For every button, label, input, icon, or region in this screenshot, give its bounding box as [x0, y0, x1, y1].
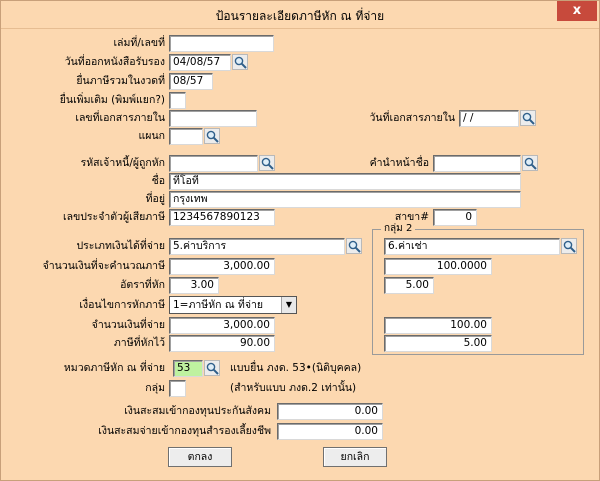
income-type-label: ประเภทเงินได้ที่จ่าย	[76, 240, 166, 252]
group2-tax-rate-input[interactable]: 5.00	[384, 277, 434, 294]
address-label: ที่อยู่	[145, 193, 165, 205]
withholding-condition-value: 1=ภาษีหัก ณ ที่จ่าย	[173, 299, 264, 311]
social-security-input[interactable]: 0.00	[277, 403, 383, 420]
search-icon	[522, 112, 535, 125]
tax-withheld-label: ภาษีที่หักไว้	[113, 337, 165, 349]
cancel-button[interactable]: ยกเลิก	[323, 447, 387, 467]
department-label: แผนก	[138, 130, 165, 142]
search-icon	[563, 240, 576, 253]
book-no-label: เล่มที่/เลขที่	[113, 37, 165, 49]
internal-doc-date-input[interactable]: / /	[459, 110, 519, 127]
name-label: ชื่อ	[151, 175, 165, 187]
tax-category-note: แบบยื่น ภงด. 53•(นิติบุคคล)	[230, 362, 362, 374]
filing-period-input[interactable]: 08/57	[169, 73, 213, 90]
payee-code-input[interactable]	[169, 155, 258, 172]
search-icon	[206, 362, 219, 375]
additional-filing-input[interactable]	[169, 92, 186, 109]
cert-date-lookup-button[interactable]	[232, 54, 248, 70]
name-prefix-input[interactable]	[433, 155, 521, 172]
additional-filing-label: ยื่นเพิ่มเติม (พิมพ์แยก?)	[59, 94, 165, 106]
tax-withheld-input[interactable]: 90.00	[169, 335, 275, 352]
name-input[interactable]: ทีโอที	[169, 173, 521, 190]
payee-code-label: รหัสเจ้าหนี้/ผู้ถูกหัก	[80, 157, 165, 169]
dialog-window: ป้อนรายละเอียดภาษีหัก ณ ที่จ่าย x เล่มที…	[0, 0, 600, 481]
taxable-amount-label: จำนวนเงินที่จะคำนวณภาษี	[42, 260, 165, 272]
search-icon	[348, 240, 361, 253]
tax-id-input[interactable]: 1234567890123	[169, 209, 275, 226]
chevron-down-icon[interactable]: ▼	[281, 297, 296, 313]
withholding-condition-label: เงื่อนไขการหักภาษี	[79, 299, 165, 311]
group-note: (สำหรับแบบ ภงด.2 เท่านั้น)	[230, 382, 357, 394]
book-no-input[interactable]	[169, 35, 274, 52]
search-icon	[261, 157, 274, 170]
search-icon	[206, 130, 219, 143]
name-prefix-label: คำนำหน้าชื่อ	[369, 157, 429, 169]
tax-category-lookup-button[interactable]	[204, 360, 220, 376]
title-bar: ป้อนรายละเอียดภาษีหัก ณ ที่จ่าย x	[1, 1, 599, 29]
group-label: กลุ่ม	[145, 382, 165, 394]
social-security-label: เงินสะสมเข้ากองทุนประกันสังคม	[124, 405, 271, 417]
group2-paid-amount-input[interactable]: 100.00	[384, 317, 492, 334]
group2-income-type-lookup-button[interactable]	[561, 238, 577, 254]
tax-rate-label: อัตราที่หัก	[120, 279, 165, 291]
withholding-condition-select[interactable]: 1=ภาษีหัก ณ ที่จ่าย ▼	[169, 296, 297, 314]
income-type-input[interactable]: 5.ค่าบริการ	[169, 238, 345, 255]
internal-doc-date-lookup-button[interactable]	[520, 110, 536, 126]
paid-amount-label: จำนวนเงินที่จ่าย	[91, 319, 165, 331]
group2-taxable-amount-input[interactable]: 100.0000	[384, 258, 492, 275]
tax-category-input[interactable]: 53	[173, 360, 203, 377]
internal-doc-date-label: วันที่เอกสารภายใน	[369, 112, 455, 124]
tax-rate-input[interactable]: 3.00	[169, 277, 219, 294]
tax-category-label: หมวดภาษีหัก ณ ที่จ่าย	[63, 362, 165, 374]
internal-doc-no-label: เลขที่เอกสารภายใน	[75, 112, 165, 124]
income-type-lookup-button[interactable]	[346, 238, 362, 254]
department-lookup-button[interactable]	[204, 128, 220, 144]
department-input[interactable]	[169, 128, 203, 145]
tax-id-label: เลขประจำตัวผู้เสียภาษี	[63, 211, 165, 223]
internal-doc-no-input[interactable]	[169, 110, 257, 127]
window-title: ป้อนรายละเอียดภาษีหัก ณ ที่จ่าย	[215, 9, 385, 23]
address-input[interactable]: กรุงเทพ	[169, 191, 521, 208]
name-prefix-lookup-button[interactable]	[522, 155, 538, 171]
group-input[interactable]	[169, 380, 186, 397]
cert-date-label: วันที่ออกหนังสือรับรอง	[64, 56, 165, 68]
search-icon	[524, 157, 537, 170]
search-icon	[234, 56, 247, 69]
payee-code-lookup-button[interactable]	[259, 155, 275, 171]
paid-amount-input[interactable]: 3,000.00	[169, 317, 275, 334]
branch-input[interactable]: 0	[433, 209, 477, 226]
group2-tax-withheld-input[interactable]: 5.00	[384, 335, 492, 352]
cert-date-input[interactable]: 04/08/57	[169, 54, 231, 71]
filing-period-label: ยื่นภาษีรวมในงวดที่	[76, 75, 165, 87]
group-2-title: กลุ่ม 2	[381, 223, 416, 235]
ok-button[interactable]: ตกลง	[168, 447, 232, 467]
provident-fund-input[interactable]: 0.00	[277, 423, 383, 440]
group2-income-type-input[interactable]: 6.ค่าเช่า	[384, 238, 560, 255]
taxable-amount-input[interactable]: 3,000.00	[169, 258, 275, 275]
close-button[interactable]: x	[557, 1, 597, 21]
provident-fund-label: เงินสะสมจ่ายเข้ากองทุนสำรองเลี้ยงชีพ	[98, 425, 271, 437]
